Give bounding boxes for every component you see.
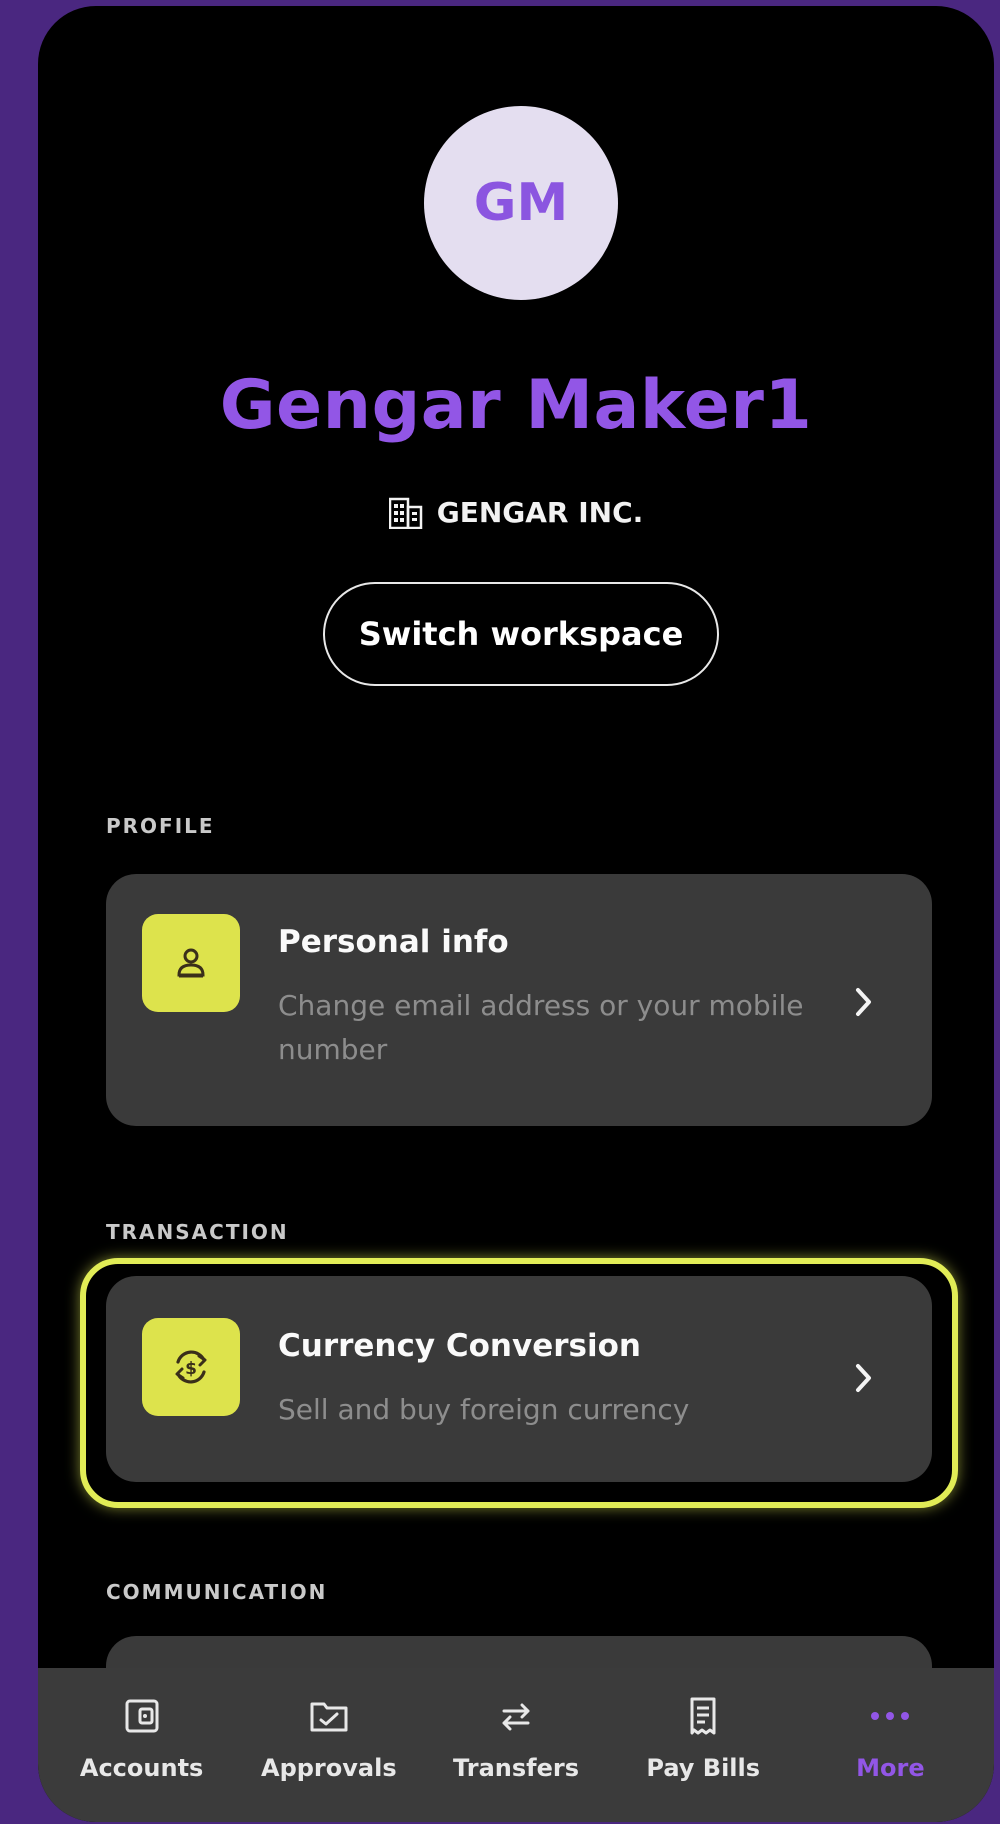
chevron-right-icon: [848, 986, 880, 1018]
tab-approvals[interactable]: Approvals: [235, 1668, 422, 1822]
section-label-transaction: TRANSACTION: [106, 1220, 289, 1244]
company-name: GENGAR INC.: [436, 496, 644, 529]
switch-workspace-label: Switch workspace: [358, 615, 684, 653]
wallet-icon: [122, 1690, 162, 1742]
tab-transfers[interactable]: Transfers: [422, 1668, 609, 1822]
folder-check-icon: [308, 1690, 350, 1742]
switch-workspace-button[interactable]: Switch workspace: [323, 582, 719, 686]
section-label-profile: PROFILE: [106, 814, 215, 838]
more-dots-icon: [869, 1690, 911, 1742]
company-row: GENGAR INC.: [38, 496, 994, 529]
receipt-icon: [683, 1690, 723, 1742]
tab-label: Accounts: [79, 1754, 204, 1782]
tab-label: Transfers: [453, 1754, 579, 1782]
focus-highlight: [80, 1258, 958, 1508]
user-name: Gengar Maker1: [219, 366, 813, 445]
tab-label: More: [856, 1754, 925, 1782]
user-icon: [142, 914, 240, 1012]
tab-accounts[interactable]: Accounts: [48, 1668, 235, 1822]
personal-info-subtitle: Change email address or your mobile numb…: [278, 989, 804, 1066]
tab-label: Approvals: [261, 1754, 397, 1782]
tab-pay-bills[interactable]: Pay Bills: [610, 1668, 797, 1822]
transfer-arrows-icon: [496, 1690, 536, 1742]
phone-screen: GM Gengar Maker1 GENGAR INC. Switch work…: [38, 6, 994, 1822]
bottom-tab-bar: Accounts Approvals Transfers Pay Bills M…: [38, 1668, 994, 1822]
avatar: GM: [424, 106, 618, 300]
personal-info-card[interactable]: Personal info Change email address or yo…: [106, 874, 932, 1126]
section-label-communication: COMMUNICATION: [106, 1580, 328, 1604]
tab-more[interactable]: More: [797, 1668, 984, 1822]
tab-label: Pay Bills: [646, 1754, 761, 1782]
avatar-initials: GM: [473, 173, 569, 233]
personal-info-title: Personal info: [278, 924, 509, 960]
building-icon: [388, 497, 423, 529]
